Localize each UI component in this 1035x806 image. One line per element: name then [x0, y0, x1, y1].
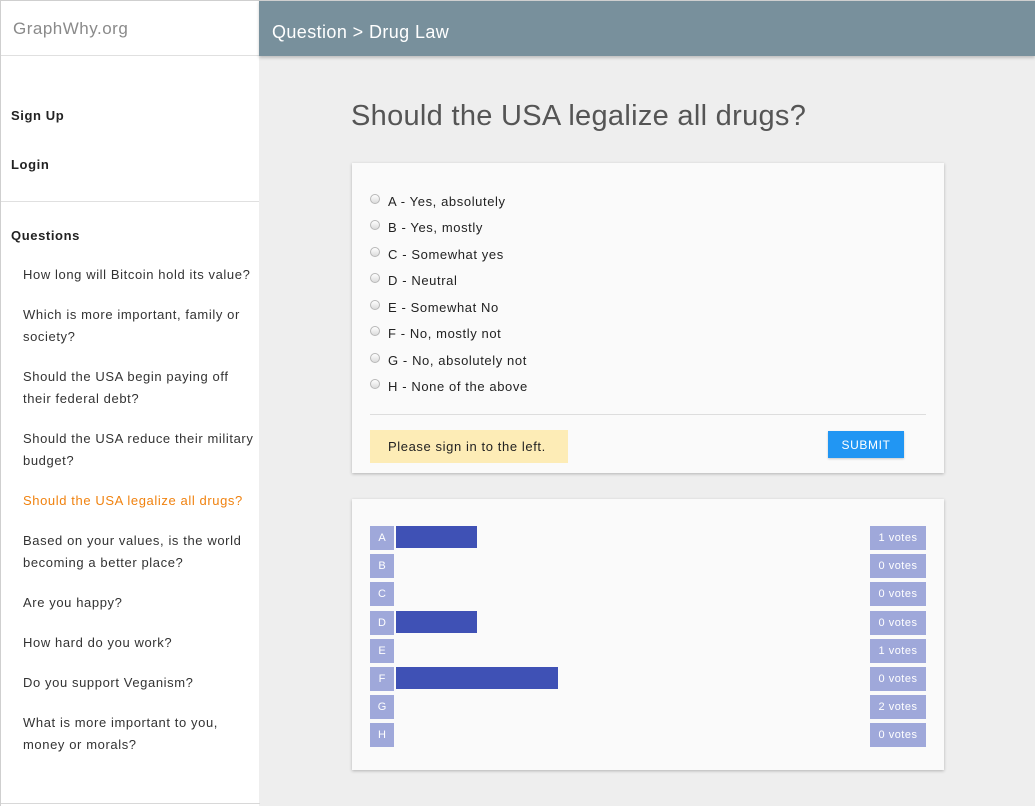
answer-card: Please sign in to the left. SUBMIT A - Y…	[352, 163, 944, 473]
vote-count-badge: 2 votes	[870, 695, 926, 719]
result-label: F	[370, 667, 394, 691]
vote-count-badge: 0 votes	[870, 667, 926, 691]
answer-option[interactable]: A - Yes, absolutely	[370, 191, 506, 211]
sidebar-question-item[interactable]: Should the USA reduce their military bud…	[23, 428, 255, 472]
answer-option[interactable]: G - No, absolutely not	[370, 350, 527, 370]
answer-option-label: G - No, absolutely not	[388, 352, 527, 368]
radio-button[interactable]	[370, 247, 380, 257]
card-divider	[370, 414, 926, 415]
answer-option-label: B - Yes, mostly	[388, 219, 483, 235]
sidebar-question-item[interactable]: Are you happy?	[23, 592, 255, 614]
result-label: G	[370, 695, 394, 719]
answer-option[interactable]: B - Yes, mostly	[370, 217, 483, 237]
result-bar	[396, 667, 558, 689]
sidebar: GraphWhy.org Sign Up Login Questions How…	[0, 0, 260, 806]
sidebar-question-item[interactable]: How long will Bitcoin hold its value?	[23, 264, 255, 286]
answer-option-label: A - Yes, absolutely	[388, 193, 506, 209]
result-bar	[396, 526, 477, 548]
radio-button[interactable]	[370, 300, 380, 310]
vote-count-badge: 0 votes	[870, 611, 926, 635]
login-link[interactable]: Login	[11, 157, 49, 172]
answer-option-label: H - None of the above	[388, 378, 528, 394]
radio-button[interactable]	[370, 353, 380, 363]
radio-button[interactable]	[370, 220, 380, 230]
top-bar: Question > Drug Law	[259, 0, 1035, 56]
result-label: D	[370, 611, 394, 635]
vote-count-badge: 0 votes	[870, 723, 926, 747]
questions-heading: Questions	[11, 228, 80, 243]
vote-count-badge: 1 votes	[870, 639, 926, 663]
page-title: Should the USA legalize all drugs?	[351, 100, 807, 132]
answer-option[interactable]: E - Somewhat No	[370, 297, 499, 317]
results-card: A 1 votes B 0 votes C 0 votes D 0 votes E 1 votes…	[352, 499, 944, 770]
vote-count-badge: 1 votes	[870, 526, 926, 550]
answer-option-label: C - Somewhat yes	[388, 246, 504, 262]
result-label: C	[370, 582, 394, 606]
result-label: A	[370, 526, 394, 550]
sidebar-question-item[interactable]: How hard do you work?	[23, 632, 255, 654]
sidebar-question-item[interactable]: Do you support Veganism?	[23, 672, 255, 694]
sidebar-question-item[interactable]: Should the USA begin paying off their fe…	[23, 366, 255, 410]
result-label: B	[370, 554, 394, 578]
signup-link[interactable]: Sign Up	[11, 108, 64, 123]
radio-button[interactable]	[370, 379, 380, 389]
auth-section: Sign Up Login	[1, 56, 259, 202]
result-label: E	[370, 639, 394, 663]
answer-option[interactable]: D - Neutral	[370, 270, 457, 290]
vote-count-badge: 0 votes	[870, 554, 926, 578]
result-label: H	[370, 723, 394, 747]
radio-button[interactable]	[370, 194, 380, 204]
answer-option[interactable]: F - No, mostly not	[370, 323, 501, 343]
sidebar-question-item[interactable]: Based on your values, is the world becom…	[23, 530, 255, 574]
answer-option[interactable]: H - None of the above	[370, 376, 528, 396]
answer-option-label: F - No, mostly not	[388, 325, 502, 341]
result-bar	[396, 611, 477, 633]
answer-option[interactable]: C - Somewhat yes	[370, 244, 504, 264]
answer-option-label: E - Somewhat No	[388, 299, 499, 315]
signin-notice: Please sign in to the left.	[370, 430, 568, 463]
answer-option-label: D - Neutral	[388, 272, 458, 288]
breadcrumb: Question > Drug Law	[272, 22, 450, 42]
brand-logo[interactable]: GraphWhy.org	[1, 1, 259, 56]
radio-button[interactable]	[370, 326, 380, 336]
sidebar-question-item[interactable]: What is more important to you, money or …	[23, 712, 255, 756]
sidebar-divider	[1, 803, 260, 804]
vote-count-badge: 0 votes	[870, 582, 926, 606]
radio-button[interactable]	[370, 273, 380, 283]
sidebar-question-item[interactable]: Which is more important, family or socie…	[23, 304, 255, 348]
questions-list: How long will Bitcoin hold its value? Whi…	[23, 264, 255, 774]
submit-button[interactable]: SUBMIT	[828, 431, 904, 458]
sidebar-question-item[interactable]: Should the USA legalize all drugs?	[23, 490, 255, 512]
